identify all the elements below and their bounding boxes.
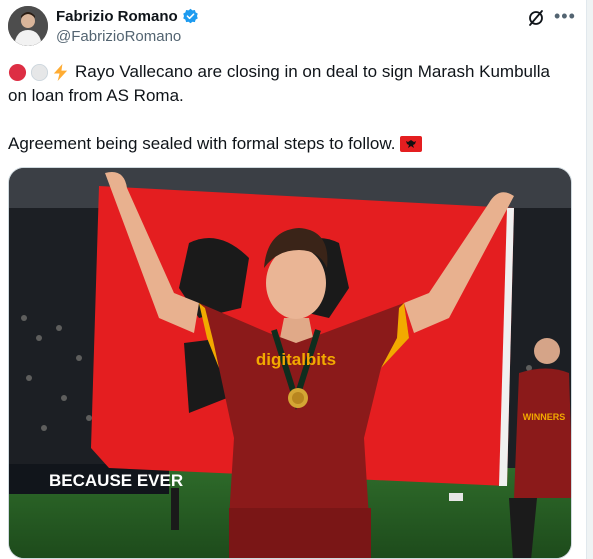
display-name[interactable]: Fabrizio Romano	[56, 8, 178, 25]
tweet-line-3: Agreement being sealed with formal steps…	[8, 134, 396, 153]
white-circle-icon	[30, 63, 49, 81]
scrollbar[interactable]	[586, 0, 593, 559]
red-circle-icon	[8, 63, 27, 81]
tweet-text: Rayo Vallecano are closing in on deal to…	[8, 60, 578, 156]
albania-flag-icon	[400, 136, 423, 152]
banner-text: BECAUSE EVER	[49, 471, 183, 490]
grok-icon[interactable]	[526, 8, 546, 28]
shirt-sponsor-text: digitalbits	[256, 350, 336, 369]
tweet-card[interactable]: Fabrizio Romano @FabrizioRomano ••• Rayo…	[0, 0, 586, 559]
photo-scene: BECAUSE EVER digitalbits WINNERS	[9, 168, 571, 558]
lightning-icon	[53, 63, 68, 81]
tweet-photo[interactable]: BECAUSE EVER digitalbits WINNERS	[8, 167, 572, 559]
avatar[interactable]	[8, 6, 48, 46]
handle[interactable]: @FabrizioRomano	[56, 28, 181, 45]
verified-badge-icon	[182, 8, 198, 24]
tweet-line-2: on loan from AS Roma.	[8, 86, 184, 105]
more-icon[interactable]: •••	[554, 6, 576, 27]
tweet-line-1: Rayo Vallecano are closing in on deal to…	[75, 62, 551, 81]
shirt-text: WINNERS	[523, 412, 566, 422]
